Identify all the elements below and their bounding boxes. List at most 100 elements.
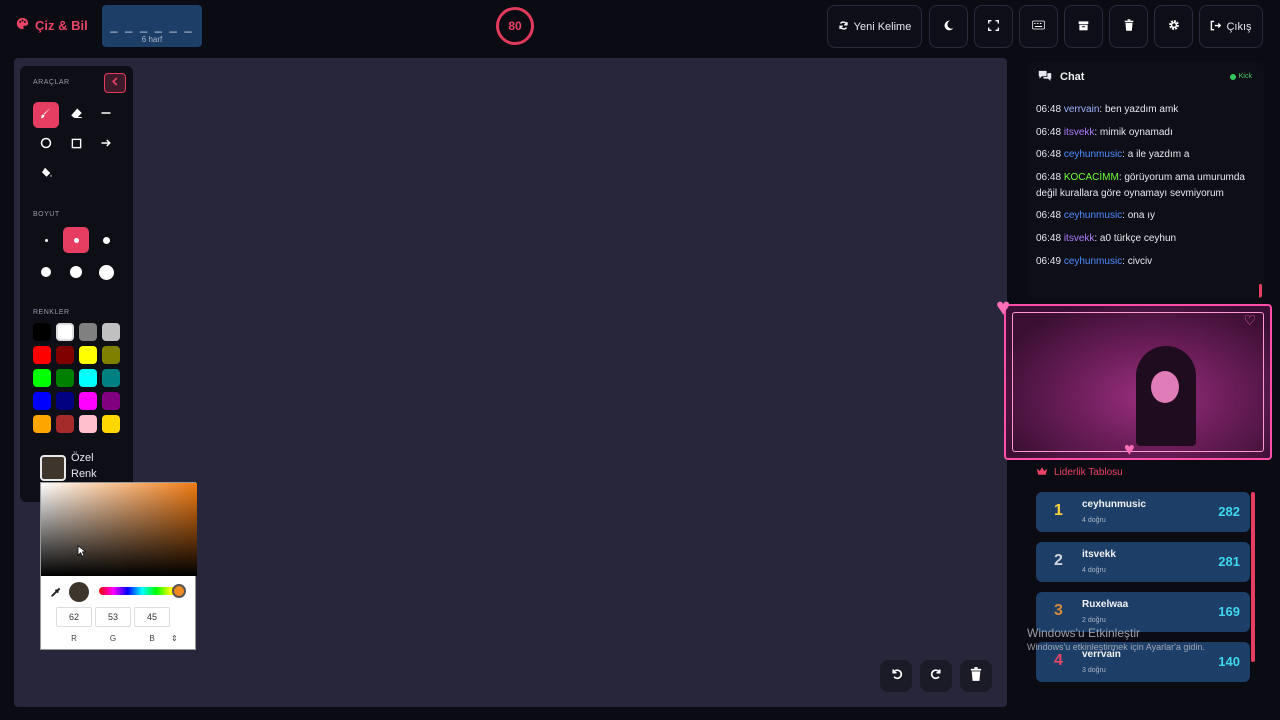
redo-button[interactable] — [920, 660, 952, 692]
color-swatch[interactable] — [33, 369, 51, 387]
color-swatch[interactable] — [33, 323, 51, 341]
custom-color-swatch[interactable] — [40, 455, 66, 481]
player-score: 169 — [1218, 604, 1240, 619]
player-rank: 1 — [1054, 502, 1063, 519]
message-user[interactable]: itsvekk — [1064, 233, 1095, 244]
fullscreen-icon — [988, 19, 999, 34]
color-swatch[interactable] — [79, 323, 97, 341]
clear-canvas-button[interactable] — [960, 660, 992, 692]
color-swatch[interactable] — [56, 392, 74, 410]
player-score: 140 — [1218, 654, 1240, 669]
color-swatch[interactable] — [56, 415, 74, 433]
clear-button[interactable] — [1109, 5, 1148, 48]
red-label: R — [71, 634, 77, 643]
color-swatch[interactable] — [102, 415, 120, 433]
player-name: itsvekk — [1082, 549, 1116, 560]
archive-button[interactable] — [1064, 5, 1103, 48]
blue-label: B — [149, 634, 155, 643]
color-swatch[interactable] — [79, 346, 97, 364]
message-time: 06:48 — [1036, 210, 1062, 222]
tools-title: ARAÇLAR — [33, 79, 70, 86]
moon-icon — [943, 20, 954, 34]
exit-label: Çıkış — [1226, 20, 1252, 33]
color-swatch[interactable] — [56, 323, 74, 341]
word-hint: 6 harf — [141, 35, 163, 44]
fullscreen-button[interactable] — [974, 5, 1013, 48]
archive-icon — [1078, 20, 1089, 34]
hue-slider-handle[interactable] — [172, 584, 186, 598]
rectangle-tool[interactable] — [63, 132, 89, 158]
color-swatch[interactable] — [56, 369, 74, 387]
message-user[interactable]: ceyhunmusic — [1064, 149, 1122, 160]
message-time: 06:48 — [1036, 126, 1062, 138]
collapse-panel-button[interactable] — [104, 73, 126, 93]
color-swatch[interactable] — [56, 346, 74, 364]
brush-tool[interactable] — [33, 102, 59, 128]
chat-scrollbar[interactable] — [1259, 284, 1262, 298]
custom-color-line2: Renk — [71, 468, 97, 480]
size-title: BOYUT — [33, 211, 60, 218]
red-input[interactable]: 62 — [56, 607, 92, 627]
size-5-button[interactable] — [63, 259, 89, 285]
player-rank: 2 — [1054, 552, 1063, 569]
leaderboard-scrollbar[interactable] — [1251, 492, 1255, 662]
color-swatch[interactable] — [102, 323, 120, 341]
leaderboard-list: 1 ceyhunmusic 4 doğru 282 2 itsvekk 4 doğru 281… — [1036, 492, 1250, 692]
color-swatch[interactable] — [79, 392, 97, 410]
leaderboard-title: Liderlik Tablosu — [1054, 467, 1123, 478]
round-timer: 80 — [496, 7, 534, 45]
color-swatch[interactable] — [79, 369, 97, 387]
watermark-line2: Windows'u etkinleştirmek için Ayarlar'a … — [1027, 642, 1205, 652]
eraser-tool[interactable] — [63, 102, 89, 128]
color-swatch[interactable] — [102, 369, 120, 387]
size-2-button[interactable] — [63, 227, 89, 253]
fill-tool[interactable] — [33, 162, 59, 188]
settings-button[interactable] — [1154, 5, 1193, 48]
message-time: 06:48 — [1036, 232, 1062, 244]
blue-input[interactable]: 45 — [134, 607, 170, 627]
arrow-tool[interactable] — [93, 132, 119, 158]
color-swatch[interactable] — [33, 346, 51, 364]
app-logo[interactable]: Çiz & Bil — [16, 17, 88, 33]
eraser-icon — [70, 106, 83, 124]
message-user[interactable]: verrvain — [1064, 104, 1100, 115]
size-1-button[interactable] — [33, 227, 59, 253]
exit-button[interactable]: Çıkış — [1199, 5, 1263, 48]
color-swatch[interactable] — [102, 392, 120, 410]
dark-mode-button[interactable] — [929, 5, 968, 48]
color-swatch[interactable] — [102, 346, 120, 364]
player-correct-count: 4 doğru — [1082, 517, 1106, 524]
message-user[interactable]: KOCACİMM — [1064, 172, 1119, 183]
message-user[interactable]: ceyhunmusic — [1064, 210, 1122, 221]
undo-button[interactable] — [880, 660, 912, 692]
message-time: 06:48 — [1036, 149, 1062, 161]
chat-title: Chat — [1060, 71, 1085, 83]
colors-title: RENKLER — [33, 309, 70, 316]
tool-panel: ARAÇLAR BOYUT RENKLER — [20, 66, 133, 502]
saturation-value-area[interactable] — [41, 483, 197, 576]
message-user[interactable]: ceyhunmusic — [1064, 256, 1122, 267]
green-input[interactable]: 53 — [95, 607, 131, 627]
color-swatch[interactable] — [33, 392, 51, 410]
color-swatch[interactable] — [79, 415, 97, 433]
mode-toggle-icon[interactable]: ⇕ — [171, 634, 178, 643]
size-6-button[interactable] — [93, 259, 119, 285]
message-time: 06:48 — [1036, 104, 1062, 115]
line-tool[interactable] — [93, 102, 119, 128]
custom-color-label: Özel Renk — [71, 450, 97, 482]
message-text: : a0 türkçe ceyhun — [1094, 232, 1177, 244]
eyedropper-icon[interactable] — [50, 585, 61, 603]
cursor-icon — [77, 544, 87, 562]
size-4-button[interactable] — [33, 259, 59, 285]
chat-header: Chat — [1038, 70, 1084, 84]
color-swatch[interactable] — [33, 415, 51, 433]
circle-tool[interactable] — [33, 132, 59, 158]
chat-message: 06:48 itsvekk: a0 türkçe ceyhun — [1036, 231, 1256, 247]
new-word-button[interactable]: Yeni Kelime — [827, 5, 922, 48]
message-user[interactable]: itsvekk — [1064, 127, 1095, 138]
leaderboard-header: Liderlik Tablosu — [1036, 466, 1123, 479]
size-3-button[interactable] — [93, 227, 119, 253]
size-dot-icon — [73, 237, 79, 243]
keyboard-button[interactable] — [1019, 5, 1058, 48]
leaderboard-row: 2 itsvekk 4 doğru 281 — [1036, 542, 1250, 582]
